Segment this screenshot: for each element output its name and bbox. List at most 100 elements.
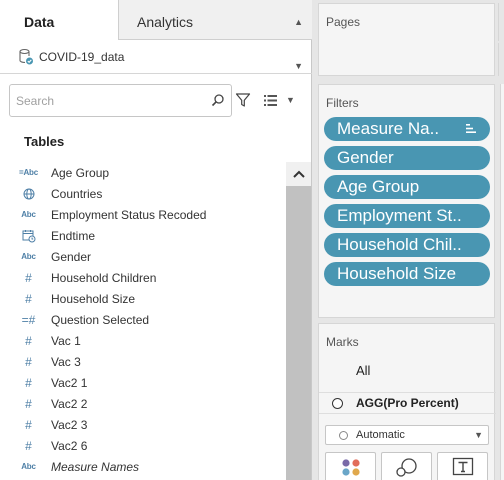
filter-pill[interactable]: Measure Na..: [324, 117, 490, 141]
filter-pill[interactable]: Gender: [324, 146, 490, 170]
pages-title: Pages: [326, 15, 361, 29]
filter-pill[interactable]: Household Chil..: [324, 233, 490, 257]
field-label: Age Group: [51, 165, 110, 180]
field-label: Vac2 6: [51, 438, 88, 453]
panel-edge: [500, 84, 504, 480]
mark-type-dropdown[interactable]: Automatic ▼: [325, 425, 489, 445]
string-icon: Abc: [0, 210, 51, 219]
number-icon: #: [25, 375, 32, 390]
pages-shelf[interactable]: Pages: [318, 3, 495, 76]
label-icon: [452, 457, 473, 476]
circle-mark-icon: [339, 431, 348, 440]
field-item[interactable]: # Vac2 1: [0, 372, 286, 393]
label-button[interactable]: [437, 452, 488, 480]
abc-text: Abc: [21, 210, 36, 219]
chevron-down-icon: ▼: [474, 430, 483, 440]
field-item[interactable]: # Household Children: [0, 267, 286, 288]
filter-pill-label: Measure Na..: [337, 119, 440, 138]
filter-icon[interactable]: [235, 92, 251, 108]
filter-pill-label: Household Chil..: [337, 235, 462, 254]
scroll-up-button[interactable]: [286, 162, 311, 186]
filter-pill[interactable]: Age Group: [324, 175, 490, 199]
field-item[interactable]: # Vac 1: [0, 330, 286, 351]
filters-title: Filters: [326, 96, 359, 110]
size-icon: [395, 458, 417, 477]
tables-header: Tables: [24, 134, 65, 149]
abc-text: Abc: [23, 168, 38, 177]
tab-data[interactable]: Data: [0, 0, 118, 40]
field-item[interactable]: # Vac2 2: [0, 393, 286, 414]
field-label: Vac 1: [51, 333, 81, 348]
field-label: Household Children: [51, 270, 157, 285]
marks-title: Marks: [326, 335, 359, 349]
divider: [0, 73, 312, 74]
sort-icon: [466, 124, 476, 133]
abc-text: Abc: [21, 462, 36, 471]
field-label: Vac2 3: [51, 417, 88, 432]
filter-pill[interactable]: Household Size: [324, 262, 490, 286]
number-icon: #: [25, 270, 32, 285]
marks-all-tab[interactable]: All: [356, 363, 370, 378]
marks-agg-row[interactable]: AGG(Pro Percent): [319, 392, 496, 414]
filter-pill-label: Household Size: [337, 264, 457, 283]
filter-pill[interactable]: Employment St..: [324, 204, 490, 228]
number-icon: #: [25, 438, 32, 453]
chevron-up-icon: [292, 170, 305, 178]
pane-tabs: Data Analytics ▲ ▼: [0, 0, 312, 71]
database-check-icon: [19, 48, 33, 65]
field-item[interactable]: Endtime: [0, 225, 286, 246]
datasource[interactable]: COVID-19_data: [18, 47, 124, 67]
panel-edge: [498, 3, 504, 41]
search-icon[interactable]: [211, 93, 225, 107]
calculated-number-icon: =#: [21, 312, 36, 327]
string-icon: Abc: [0, 252, 51, 261]
number-icon: #: [25, 333, 32, 348]
panel-edge: [498, 43, 504, 76]
calendar-clock-icon: [0, 229, 51, 243]
field-item[interactable]: # Household Size: [0, 288, 286, 309]
field-label: Question Selected: [51, 312, 150, 327]
string-icon: Abc: [0, 462, 51, 471]
marks-agg-label: AGG(Pro Percent): [356, 396, 459, 410]
field-label: Vac 3: [51, 354, 81, 369]
number-icon: #: [25, 354, 32, 369]
filter-pill-label: Age Group: [337, 177, 420, 196]
number-icon: #: [25, 417, 32, 432]
filter-pill-label: Gender: [337, 148, 394, 167]
field-item[interactable]: Abc Employment Status Recoded: [0, 204, 286, 225]
filter-pill-label: Employment St..: [337, 206, 462, 225]
field-item[interactable]: Countries: [0, 183, 286, 204]
field-item[interactable]: # Vac2 3: [0, 414, 286, 435]
field-list: Abc Age Group Countries Abc Employment Statu…: [0, 162, 286, 477]
scroll-thumb[interactable]: [286, 186, 311, 480]
field-label: Vac2 1: [51, 375, 88, 390]
field-item[interactable]: # Vac 3: [0, 351, 286, 372]
field-item[interactable]: Abc Gender: [0, 246, 286, 267]
field-item[interactable]: # Vac2 6: [0, 435, 286, 456]
field-label: Countries: [51, 186, 103, 201]
scrollbar[interactable]: [286, 162, 311, 480]
search-input[interactable]: [16, 92, 206, 110]
tab-analytics[interactable]: Analytics ▲ ▼: [118, 0, 312, 71]
number-icon: #: [25, 291, 32, 306]
field-label: Gender: [51, 249, 92, 264]
color-button[interactable]: [325, 452, 376, 480]
field-item[interactable]: Abc Measure Names: [0, 456, 286, 477]
chevron-down-icon[interactable]: ▼: [286, 95, 295, 105]
search-box[interactable]: [9, 84, 232, 117]
updown-arrows-icon: ▲ ▼: [294, 17, 303, 71]
calculated-string-icon: Abc: [0, 168, 51, 177]
color-icon: [341, 459, 360, 476]
size-button[interactable]: [381, 452, 432, 480]
list-view-icon[interactable]: [264, 95, 277, 106]
field-label: Endtime: [51, 228, 96, 243]
field-item[interactable]: =# Question Selected: [0, 309, 286, 330]
tab-analytics-label: Analytics: [137, 14, 194, 30]
globe-icon: [0, 188, 51, 200]
filters-shelf[interactable]: Filters Measure Na.. Gender Age Group Emplo…: [318, 84, 495, 318]
field-label: Employment Status Recoded: [51, 207, 207, 222]
field-item[interactable]: Abc Age Group: [0, 162, 286, 183]
data-pane: Data Analytics ▲▼ COVID-19_data ▼ Tables: [0, 0, 312, 480]
number-icon: #: [25, 396, 32, 411]
mark-type-value: Automatic: [356, 429, 405, 441]
